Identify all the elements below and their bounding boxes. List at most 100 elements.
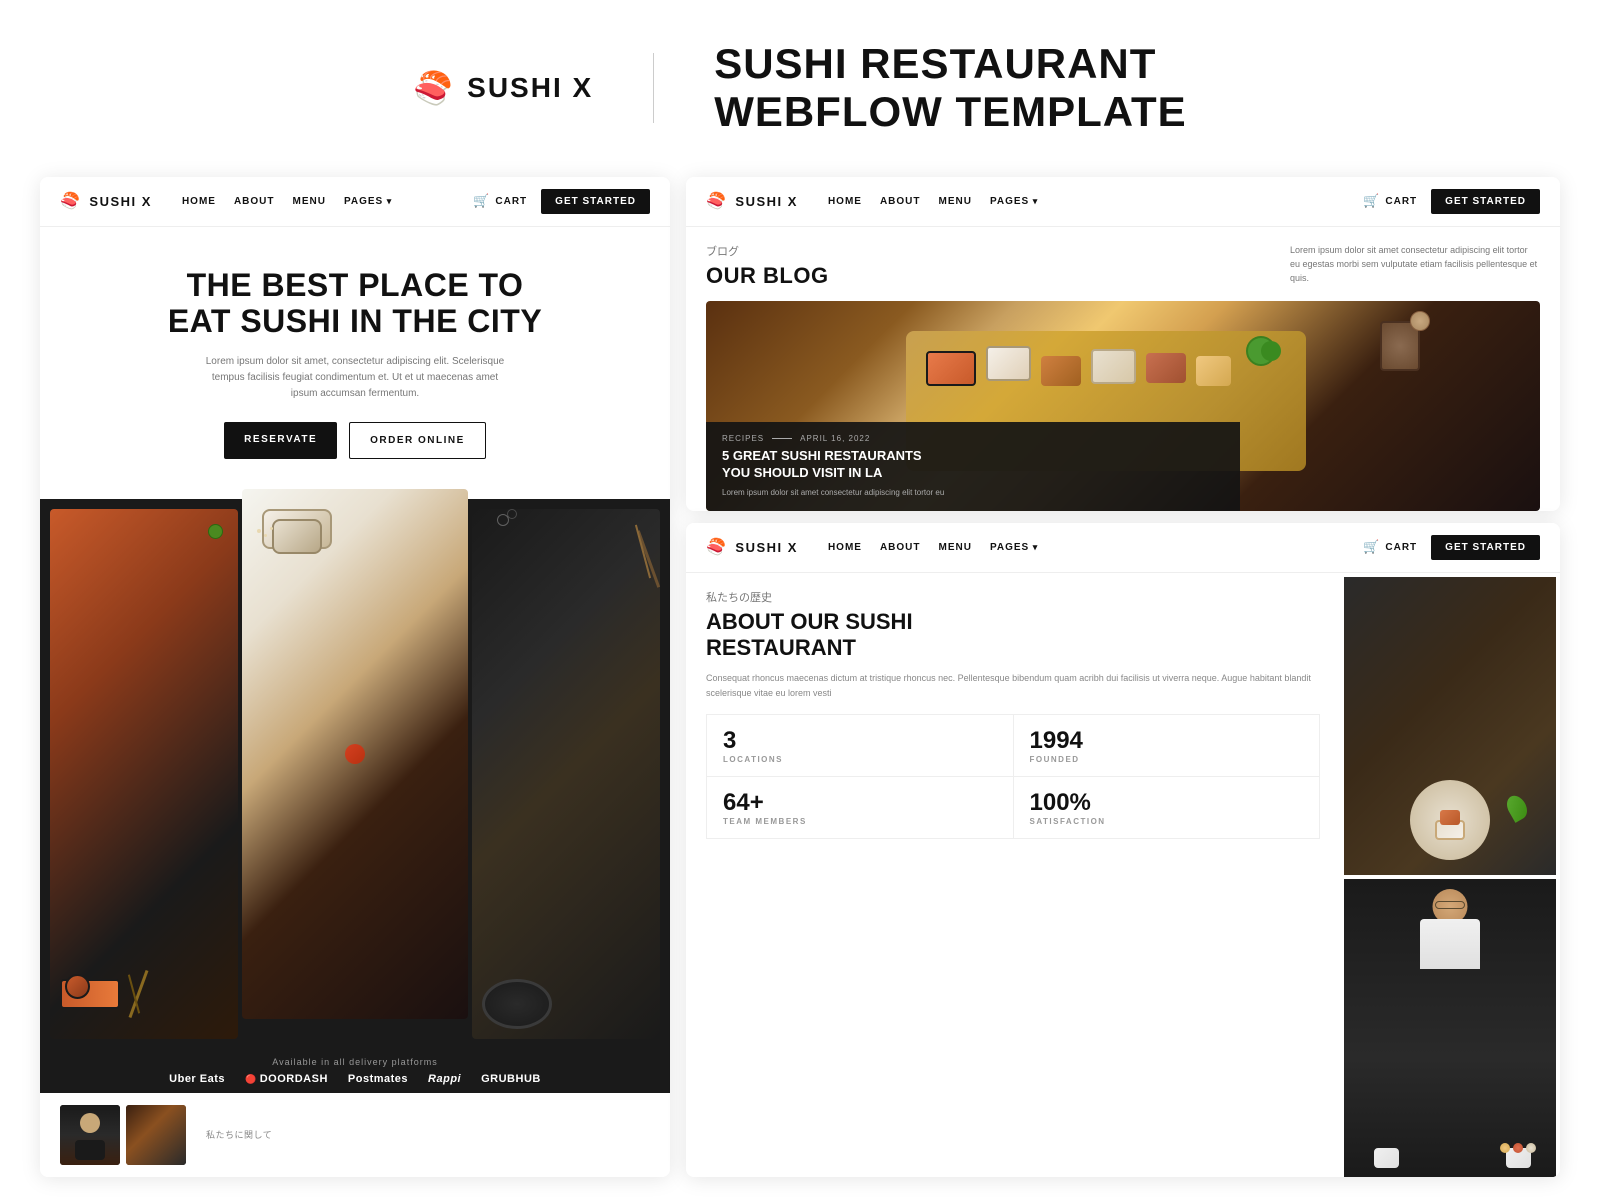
- about-small-images: [60, 1105, 186, 1165]
- about-nav: 🍣 SUSHI X HOME ABOUT MENU PAGES 🛒 CART G…: [686, 523, 1560, 573]
- blog-nav-brand: 🍣 SUSHI X: [706, 191, 798, 211]
- blog-post-title-line2: YOU SHOULD VISIT IN LA: [722, 465, 882, 480]
- blog-post-meta: RECIPES APRIL 16, 2022: [722, 434, 1224, 443]
- stat-locations-label: LOCATIONS: [723, 755, 997, 764]
- stat-founded-number: 1994: [1030, 727, 1304, 755]
- nav-sushi-icon: 🍣: [60, 191, 81, 211]
- about-panel: 🍣 SUSHI X HOME ABOUT MENU PAGES 🛒 CART G…: [686, 523, 1560, 1177]
- nav-cart[interactable]: 🛒 CART: [473, 193, 527, 209]
- sushi-image-3: [472, 509, 660, 1038]
- nav-home[interactable]: HOME: [182, 196, 216, 207]
- about-image-1: [60, 1105, 120, 1165]
- top-header: 🍣 SUSHI X SUSHI RESTAURANT WEBFLOW TEMPL…: [0, 0, 1600, 177]
- about-cart-icon: 🛒: [1363, 539, 1380, 555]
- blog-nav-home[interactable]: HOME: [828, 196, 862, 207]
- about-japanese-label: 私たちの歴史: [706, 589, 1320, 605]
- sushi-image-2: [242, 489, 468, 1018]
- grubhub-brand: GRUBHUB: [481, 1073, 541, 1085]
- cart-icon: 🛒: [473, 193, 490, 209]
- uber-eats-brand: Uber Eats: [169, 1073, 225, 1085]
- about-nav-cart[interactable]: 🛒 CART: [1363, 539, 1417, 555]
- reservate-button[interactable]: RESERVATE: [224, 422, 337, 459]
- blog-nav-pages[interactable]: PAGES: [990, 196, 1038, 207]
- blog-content-area: ブログ OUR BLOG Lorem ipsum dolor sit amet …: [686, 227, 1560, 301]
- doordash-brand: DOORDASH: [245, 1073, 328, 1085]
- tagline-line1: SUSHI RESTAURANT: [714, 40, 1186, 88]
- about-content-area: 私たちの歴史 ABOUT OUR SUSHI RESTAURANT Conseq…: [686, 573, 1560, 1177]
- nav-menu[interactable]: MENU: [293, 196, 326, 207]
- sushi-detail-2: [242, 489, 468, 1018]
- nav-about[interactable]: ABOUT: [234, 196, 275, 207]
- blog-post-title: 5 GREAT SUSHI RESTAURANTS YOU SHOULD VIS…: [722, 448, 1224, 482]
- left-nav-links: HOME ABOUT MENU PAGES: [182, 196, 392, 207]
- blog-japanese-label: ブログ: [706, 243, 1270, 259]
- about-nav-about[interactable]: ABOUT: [880, 542, 921, 553]
- left-nav: 🍣 SUSHI X HOME ABOUT MENU PAGES 🛒 CART G…: [40, 177, 670, 227]
- sushi-image-1: [50, 509, 238, 1038]
- about-nav-links: HOME ABOUT MENU PAGES: [828, 542, 1038, 553]
- brand-name: SUSHI X: [467, 72, 593, 104]
- about-title-line1: ABOUT OUR SUSHI: [706, 609, 913, 634]
- blog-title-area: ブログ OUR BLOG: [706, 243, 1270, 289]
- tagline-line2: WEBFLOW TEMPLATE: [714, 88, 1186, 136]
- main-content: 🍣 SUSHI X HOME ABOUT MENU PAGES 🛒 CART G…: [0, 177, 1600, 1177]
- nav-pages[interactable]: PAGES: [344, 196, 392, 207]
- about-cart-label: CART: [1385, 542, 1417, 553]
- blog-post-excerpt: Lorem ipsum dolor sit amet consectetur a…: [722, 487, 1224, 499]
- about-nav-cta[interactable]: GET STARTED: [1431, 535, 1540, 560]
- about-nav-right: 🛒 CART GET STARTED: [1363, 535, 1540, 560]
- hero-subtitle: Lorem ipsum dolor sit amet, consectetur …: [205, 354, 505, 402]
- right-panel: 🍣 SUSHI X HOME ABOUT MENU PAGES 🛒 CART G…: [686, 177, 1560, 1177]
- blog-nav-cart[interactable]: 🛒 CART: [1363, 193, 1417, 209]
- order-online-button[interactable]: ORDER ONLINE: [349, 422, 486, 459]
- left-nav-brand: 🍣 SUSHI X: [60, 191, 152, 211]
- stat-founded: 1994 FOUNDED: [1014, 715, 1320, 776]
- about-nav-home[interactable]: HOME: [828, 542, 862, 553]
- sushi-detail-3: [472, 509, 660, 1038]
- blog-cart-label: CART: [1385, 196, 1417, 207]
- blog-nav-menu[interactable]: MENU: [939, 196, 972, 207]
- left-panel: 🍣 SUSHI X HOME ABOUT MENU PAGES 🛒 CART G…: [40, 177, 670, 1177]
- blog-main-title: OUR BLOG: [706, 263, 1270, 289]
- about-nav-brand: 🍣 SUSHI X: [706, 537, 798, 557]
- stat-satisfaction-label: SATISFACTION: [1030, 817, 1304, 826]
- about-photo-1: [1344, 577, 1556, 876]
- blog-nav-icon: 🍣: [706, 191, 727, 211]
- blog-nav-about[interactable]: ABOUT: [880, 196, 921, 207]
- left-nav-right: 🛒 CART GET STARTED: [473, 189, 650, 214]
- nav-cta-button[interactable]: GET STARTED: [541, 189, 650, 214]
- about-nav-pages[interactable]: PAGES: [990, 542, 1038, 553]
- hero-title-line1: THE BEST PLACE TO: [187, 267, 524, 303]
- hero-title: THE BEST PLACE TO EAT SUSHI IN THE CITY: [70, 267, 640, 341]
- about-photos-area: [1340, 573, 1560, 1177]
- blog-panel: 🍣 SUSHI X HOME ABOUT MENU PAGES 🛒 CART G…: [686, 177, 1560, 511]
- sushi-image-grid: [40, 499, 670, 1048]
- header-divider: [653, 53, 654, 123]
- hero-buttons: RESERVATE ORDER ONLINE: [70, 422, 640, 459]
- stat-team-number: 64+: [723, 789, 997, 817]
- delivery-label: Available in all delivery platforms: [60, 1057, 650, 1067]
- about-nav-menu[interactable]: MENU: [939, 542, 972, 553]
- stat-team-label: TEAM MEMBERS: [723, 817, 997, 826]
- hero-section: THE BEST PLACE TO EAT SUSHI IN THE CITY …: [40, 227, 670, 500]
- left-bottom-strip: 私たちに関して: [40, 1093, 670, 1177]
- stat-founded-label: FOUNDED: [1030, 755, 1304, 764]
- blog-nav-cta[interactable]: GET STARTED: [1431, 189, 1540, 214]
- sushi-icon: 🍣: [413, 69, 453, 107]
- stats-grid: 3 LOCATIONS 1994 FOUNDED 64+ TEAM MEMBER…: [706, 714, 1320, 839]
- about-nav-icon: 🍣: [706, 537, 727, 557]
- cart-label: CART: [495, 196, 527, 207]
- sushi-detail-1: [50, 509, 238, 1038]
- brand-logo-area: 🍣 SUSHI X: [413, 69, 593, 107]
- about-main-title: ABOUT OUR SUSHI RESTAURANT: [706, 609, 1320, 662]
- stat-locations-number: 3: [723, 727, 997, 755]
- blog-post-overlay: RECIPES APRIL 16, 2022 5 GREAT SUSHI RES…: [706, 422, 1240, 511]
- meta-divider: [772, 438, 792, 439]
- hero-title-line2: EAT SUSHI IN THE CITY: [168, 303, 542, 339]
- stat-satisfaction: 100% SATISFACTION: [1014, 777, 1320, 838]
- blog-nav-name: SUSHI X: [735, 194, 798, 209]
- stat-satisfaction-number: 100%: [1030, 789, 1304, 817]
- about-image-2: [126, 1105, 186, 1165]
- about-description: Consequat rhoncus maecenas dictum at tri…: [706, 671, 1320, 700]
- blog-nav-links: HOME ABOUT MENU PAGES: [828, 196, 1038, 207]
